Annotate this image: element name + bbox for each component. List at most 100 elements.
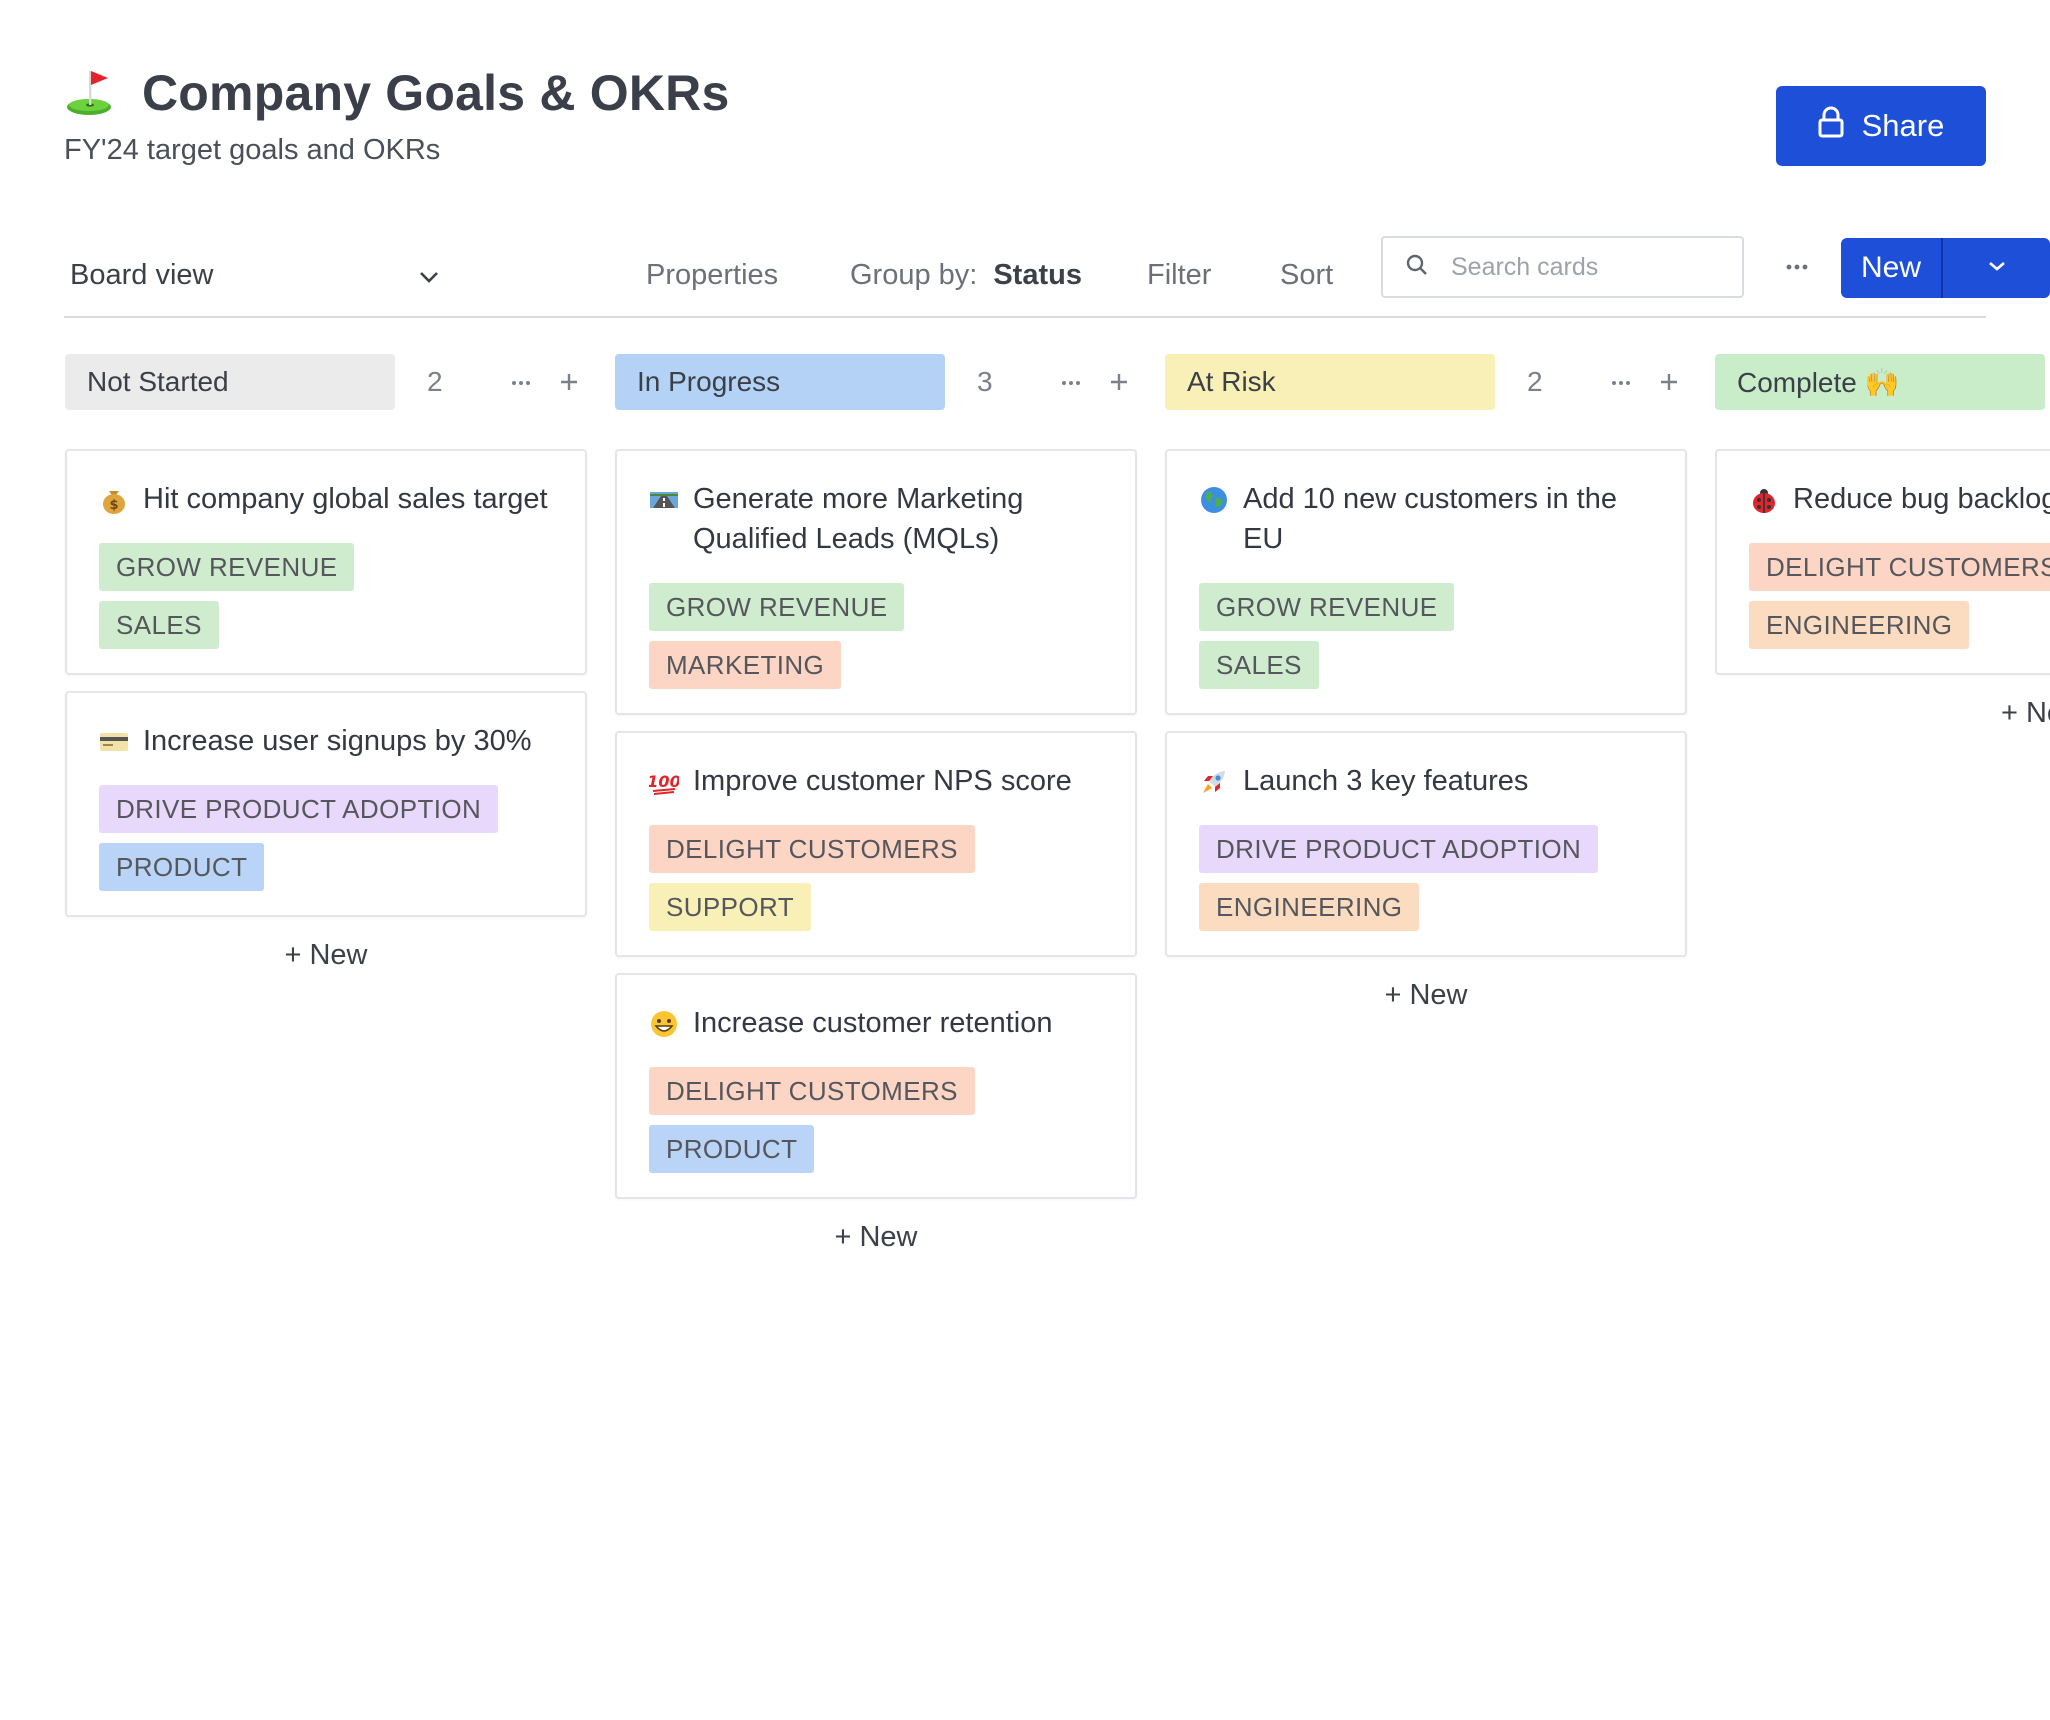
view-select[interactable]: Board view bbox=[70, 250, 440, 300]
view-select-label: Board view bbox=[70, 258, 214, 291]
tag: MARKETING bbox=[649, 641, 842, 689]
column-count: 2 bbox=[1527, 366, 1543, 397]
search-box bbox=[1381, 236, 1744, 298]
title-row: Company Goals & OKRs bbox=[64, 64, 729, 122]
group-by-value: Status bbox=[993, 258, 1082, 291]
card[interactable]: Add 10 new customers in the EU GROW REVE… bbox=[1165, 449, 1687, 715]
column-count: 3 bbox=[977, 366, 993, 397]
more-dots-icon bbox=[1062, 381, 1080, 385]
column-label[interactable]: Not Started bbox=[65, 354, 395, 410]
add-new-card-button[interactable]: + New bbox=[65, 939, 587, 972]
tag: DELIGHT CUSTOMERS bbox=[1749, 543, 2050, 591]
card-title: Increase user signups by 30% bbox=[143, 725, 532, 757]
tag: ENGINEERING bbox=[1749, 601, 1970, 649]
column-complete: Complete 🙌 Reduce bug backlog DELIGHT CU… bbox=[1715, 354, 2050, 774]
search-input[interactable] bbox=[1449, 251, 1723, 283]
golf-flag-icon bbox=[64, 67, 116, 119]
tag-list: GROW REVENUE SALES bbox=[99, 543, 553, 649]
page-title: Company Goals & OKRs bbox=[142, 65, 730, 121]
card-list: $ Hit company global sales target GROW R… bbox=[65, 449, 587, 972]
column-header: In Progress 3 bbox=[615, 354, 1137, 410]
column-add-button[interactable] bbox=[1101, 364, 1137, 400]
sort-button[interactable]: Sort bbox=[1280, 250, 1333, 300]
column-label[interactable]: At Risk bbox=[1165, 354, 1495, 410]
column-more-button[interactable] bbox=[1051, 368, 1091, 398]
filter-button[interactable]: Filter bbox=[1147, 250, 1211, 300]
column-header: Not Started 2 bbox=[65, 354, 587, 410]
card[interactable]: Increase user signups by 30% DRIVE PRODU… bbox=[65, 691, 587, 917]
globe-icon bbox=[1199, 485, 1229, 515]
toolbar: Board view Properties Group by: Status F… bbox=[64, 236, 2050, 316]
card-title: Increase customer retention bbox=[693, 1007, 1053, 1039]
card[interactable]: Launch 3 key features DRIVE PRODUCT ADOP… bbox=[1165, 731, 1687, 957]
tag: ENGINEERING bbox=[1199, 883, 1420, 931]
column-add-button[interactable] bbox=[1651, 364, 1687, 400]
plus-icon bbox=[1111, 374, 1127, 390]
card[interactable]: Reduce bug backlog DELIGHT CUSTOMERS ENG… bbox=[1715, 449, 2050, 675]
column-header: Complete 🙌 bbox=[1715, 354, 2050, 410]
more-options-button[interactable] bbox=[1772, 252, 1822, 282]
add-new-card-button[interactable]: + New bbox=[1715, 697, 2050, 730]
tag-list: DRIVE PRODUCT ADOPTION PRODUCT bbox=[99, 785, 553, 891]
column-more-button[interactable] bbox=[1601, 368, 1641, 398]
card-title: Launch 3 key features bbox=[1243, 765, 1529, 797]
search-icon bbox=[1405, 253, 1429, 282]
tag: DELIGHT CUSTOMERS bbox=[649, 1067, 975, 1115]
page-header: Company Goals & OKRs FY'24 target goals … bbox=[64, 64, 729, 167]
tag: PRODUCT bbox=[649, 1125, 815, 1173]
card-title: Hit company global sales target bbox=[143, 483, 548, 515]
card[interactable]: $ Hit company global sales target GROW R… bbox=[65, 449, 587, 675]
card-list: Generate more Marketing Qualified Leads … bbox=[615, 449, 1137, 1254]
card-title: Generate more Marketing Qualified Leads … bbox=[693, 483, 1024, 555]
card-title: Add 10 new customers in the EU bbox=[1243, 483, 1617, 555]
tag: DRIVE PRODUCT ADOPTION bbox=[99, 785, 499, 833]
properties-button[interactable]: Properties bbox=[646, 250, 778, 300]
share-button[interactable]: Share bbox=[1776, 86, 1986, 166]
column-label[interactable]: In Progress bbox=[615, 354, 945, 410]
more-dots-icon bbox=[1612, 381, 1630, 385]
tag: GROW REVENUE bbox=[99, 543, 355, 591]
card-list: Reduce bug backlog DELIGHT CUSTOMERS ENG… bbox=[1715, 449, 2050, 730]
card[interactable]: Increase customer retention DELIGHT CUST… bbox=[615, 973, 1137, 1199]
column-in-progress: In Progress 3 Generate more Marketing Qu… bbox=[615, 354, 1137, 1253]
rocket-icon bbox=[1199, 767, 1229, 797]
new-split-button: New bbox=[1841, 238, 2050, 298]
plus-icon bbox=[561, 374, 577, 390]
new-dropdown-button[interactable] bbox=[1943, 238, 2050, 298]
credit-card-icon bbox=[99, 727, 129, 757]
column-count: 2 bbox=[427, 366, 443, 397]
tag: DELIGHT CUSTOMERS bbox=[649, 825, 975, 873]
svg-text:$: $ bbox=[109, 498, 118, 513]
hundred-points-icon: 100 bbox=[647, 767, 681, 797]
toolbar-divider bbox=[64, 316, 1986, 318]
card[interactable]: Generate more Marketing Qualified Leads … bbox=[615, 449, 1137, 715]
tag-list: DELIGHT CUSTOMERS SUPPORT bbox=[649, 825, 1103, 931]
tag: PRODUCT bbox=[99, 843, 265, 891]
chevron-down-icon bbox=[418, 259, 440, 292]
group-by-button[interactable]: Group by: Status bbox=[850, 250, 1082, 300]
column-add-button[interactable] bbox=[551, 364, 587, 400]
more-dots-icon bbox=[1785, 258, 1809, 276]
group-by-label: Group by: bbox=[850, 258, 978, 291]
tag: GROW REVENUE bbox=[1199, 583, 1455, 631]
column-more-button[interactable] bbox=[501, 368, 541, 398]
page-subtitle: FY'24 target goals and OKRs bbox=[64, 134, 441, 166]
tag: SUPPORT bbox=[649, 883, 812, 931]
plus-icon bbox=[1661, 374, 1677, 390]
tag: GROW REVENUE bbox=[649, 583, 905, 631]
tag: SALES bbox=[1199, 641, 1319, 689]
card-title: Reduce bug backlog bbox=[1793, 483, 2050, 515]
tag-list: DELIGHT CUSTOMERS PRODUCT bbox=[649, 1067, 1103, 1173]
add-new-card-button[interactable]: + New bbox=[1165, 979, 1687, 1012]
tag: SALES bbox=[99, 601, 219, 649]
column-at-risk: At Risk 2 Add 10 new customers in the EU bbox=[1165, 354, 1687, 1011]
column-label[interactable]: Complete 🙌 bbox=[1715, 354, 2045, 410]
new-button[interactable]: New bbox=[1841, 238, 1941, 298]
card-list: Add 10 new customers in the EU GROW REVE… bbox=[1165, 449, 1687, 1012]
card[interactable]: 100 Improve customer NPS score DELIGHT C… bbox=[615, 731, 1137, 957]
add-new-card-button[interactable]: + New bbox=[615, 1221, 1137, 1254]
column-header: At Risk 2 bbox=[1165, 354, 1687, 410]
column-not-started: Not Started 2 $ Hit company global sales… bbox=[65, 354, 587, 971]
ladybug-icon bbox=[1749, 485, 1779, 515]
tag-list: DELIGHT CUSTOMERS ENGINEERING bbox=[1749, 543, 2050, 649]
